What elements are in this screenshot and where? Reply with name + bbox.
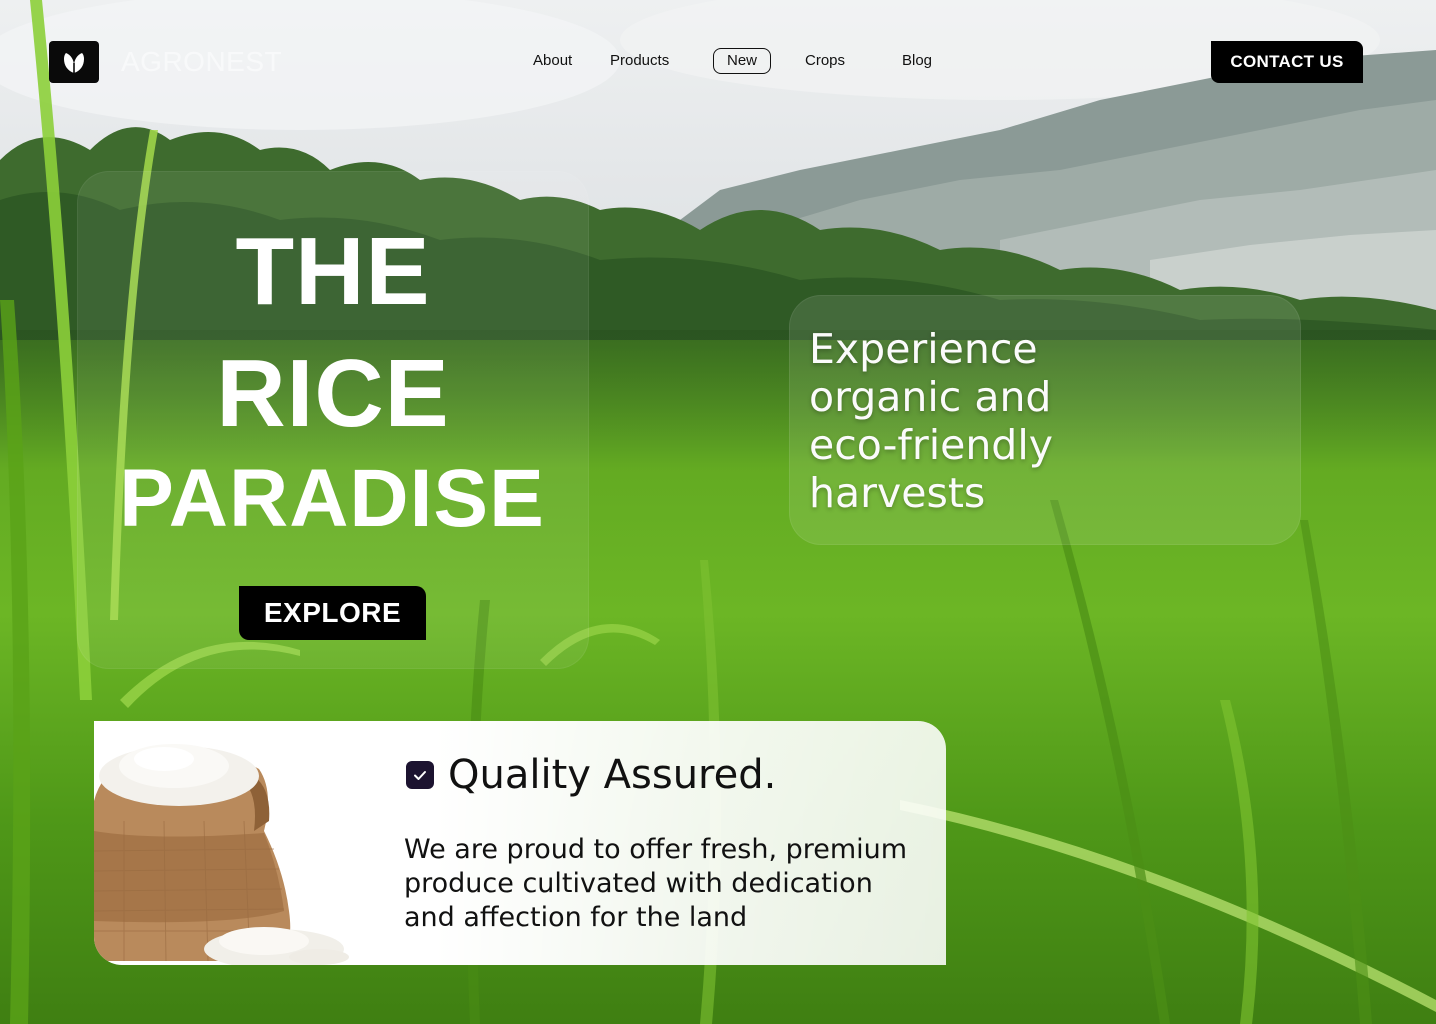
quality-description: We are proud to offer fresh, premium pro… [404, 834, 908, 933]
hero-title-line-3: PARADISE [119, 453, 545, 544]
nav-item-blog[interactable]: Blog [902, 46, 932, 76]
checkbox-checked-icon [406, 761, 434, 789]
tagline-text: Experience organic and eco-friendly harv… [809, 325, 1053, 517]
contact-us-button[interactable]: CONTACT US [1211, 41, 1363, 83]
nav-item-about[interactable]: About [533, 46, 572, 76]
hero-title-line-2: RICE [216, 340, 450, 447]
nav-item-new[interactable]: New [713, 48, 772, 74]
quality-card: Quality Assured. We are proud to offer f… [94, 721, 946, 965]
quality-title: Quality Assured. [448, 752, 777, 798]
nav-item-products[interactable]: Products [610, 46, 669, 76]
explore-button[interactable]: EXPLORE [239, 586, 426, 640]
rice-sack-image [94, 744, 349, 965]
nav-item-crops[interactable]: Crops [805, 46, 845, 76]
hero-title-line-1: THE [235, 218, 431, 325]
